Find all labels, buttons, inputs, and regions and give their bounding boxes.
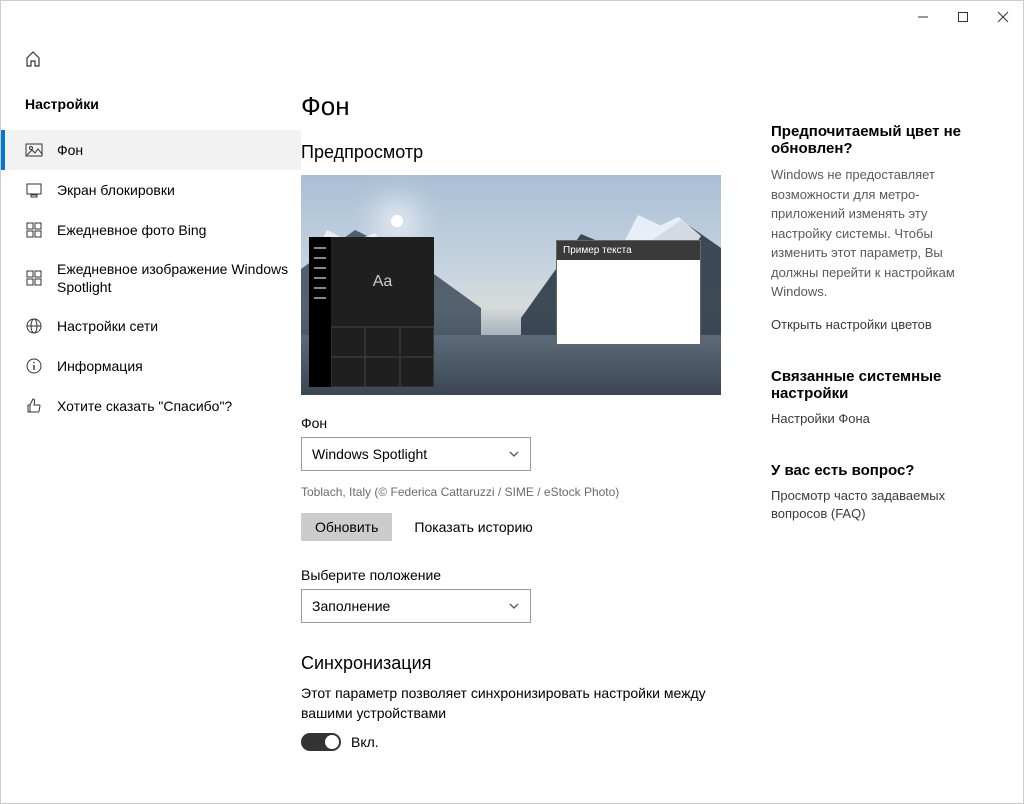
- main-content: Фон Предпросмотр Aa: [301, 33, 1023, 803]
- sync-description: Этот параметр позволяет синхронизировать…: [301, 684, 741, 723]
- desktop-preview: Aa Пример текста: [301, 175, 721, 395]
- nav-item-lockscreen[interactable]: Экран блокировки: [1, 170, 301, 210]
- info-icon: [25, 357, 43, 375]
- button-row: Обновить Показать историю: [301, 513, 741, 541]
- home-button[interactable]: [1, 43, 301, 78]
- preview-sample-window: Пример текста: [556, 240, 701, 345]
- preview-startmenu: Aa: [309, 237, 434, 387]
- sidebar: Настройки Фон Экран блокировки Ежедневно…: [1, 33, 301, 803]
- grid-icon: [25, 269, 43, 287]
- globe-icon: [25, 317, 43, 335]
- refresh-button[interactable]: Обновить: [301, 513, 392, 541]
- nav-item-info[interactable]: Информация: [1, 346, 301, 386]
- nav-label: Информация: [57, 357, 301, 375]
- close-button[interactable]: [983, 1, 1023, 33]
- nav-item-spotlight[interactable]: Ежедневное изображение Windows Spotlight: [1, 250, 301, 306]
- open-color-settings-link[interactable]: Открыть настройки цветов: [771, 316, 991, 334]
- thumbs-up-icon: [25, 397, 43, 415]
- chevron-down-icon: [508, 448, 520, 460]
- lockscreen-icon: [25, 181, 43, 199]
- position-value: Заполнение: [312, 598, 390, 614]
- body: Настройки Фон Экран блокировки Ежедневно…: [1, 33, 1023, 803]
- preview-aa-label: Aa: [331, 237, 434, 327]
- preview-heading: Предпросмотр: [301, 142, 741, 163]
- faq-link[interactable]: Просмотр часто задаваемых вопросов (FAQ): [771, 487, 991, 523]
- sync-toggle-row: Вкл.: [301, 733, 741, 751]
- background-dropdown[interactable]: Windows Spotlight: [301, 437, 531, 471]
- maximize-button[interactable]: [943, 1, 983, 33]
- right-heading: Предпочитаемый цвет не обновлен?: [771, 123, 991, 157]
- right-block-faq: У вас есть вопрос? Просмотр часто задава…: [771, 462, 991, 523]
- nav-label: Ежедневное изображение Windows Spotlight: [57, 260, 301, 296]
- background-label: Фон: [301, 415, 741, 431]
- sync-toggle-label: Вкл.: [351, 734, 379, 750]
- sync-section: Синхронизация Этот параметр позволяет си…: [301, 653, 741, 751]
- right-heading: Связанные системные настройки: [771, 368, 991, 402]
- preview-sun: [391, 215, 403, 227]
- position-dropdown[interactable]: Заполнение: [301, 589, 531, 623]
- nav-label: Фон: [57, 141, 301, 159]
- show-history-button[interactable]: Показать историю: [400, 513, 546, 541]
- settings-window: Настройки Фон Экран блокировки Ежедневно…: [0, 0, 1024, 804]
- chevron-down-icon: [508, 600, 520, 612]
- image-credit: Toblach, Italy (© Federica Cattaruzzi / …: [301, 485, 741, 499]
- nav-label: Настройки сети: [57, 317, 301, 335]
- right-text: Windows не предоставляет возможности для…: [771, 165, 991, 302]
- preview-sample-title: Пример текста: [557, 241, 700, 260]
- nav-item-network[interactable]: Настройки сети: [1, 306, 301, 346]
- right-heading: У вас есть вопрос?: [771, 462, 991, 479]
- nav-item-bing[interactable]: Ежедневное фото Bing: [1, 210, 301, 250]
- content-column: Фон Предпросмотр Aa: [301, 43, 741, 783]
- nav-label: Экран блокировки: [57, 181, 301, 199]
- right-block-related: Связанные системные настройки Настройки …: [771, 368, 991, 428]
- preview-startmenu-rail: [309, 237, 331, 387]
- nav-item-thanks[interactable]: Хотите сказать "Спасибо"?: [1, 386, 301, 426]
- right-block-color: Предпочитаемый цвет не обновлен? Windows…: [771, 123, 991, 334]
- right-panel: Предпочитаемый цвет не обновлен? Windows…: [771, 43, 991, 783]
- nav-label: Ежедневное фото Bing: [57, 221, 301, 239]
- background-settings-link[interactable]: Настройки Фона: [771, 410, 991, 428]
- page-title: Фон: [301, 91, 741, 122]
- picture-icon: [25, 141, 43, 159]
- sync-toggle[interactable]: [301, 733, 341, 751]
- titlebar: [1, 1, 1023, 33]
- background-value: Windows Spotlight: [312, 446, 427, 462]
- grid-icon: [25, 221, 43, 239]
- position-label: Выберите положение: [301, 567, 741, 583]
- minimize-button[interactable]: [903, 1, 943, 33]
- nav-label: Хотите сказать "Спасибо"?: [57, 397, 301, 415]
- settings-heading: Настройки: [1, 78, 301, 130]
- nav-item-background[interactable]: Фон: [1, 130, 301, 170]
- home-icon: [25, 51, 41, 67]
- preview-startmenu-tiles: Aa: [331, 237, 434, 387]
- sync-heading: Синхронизация: [301, 653, 741, 674]
